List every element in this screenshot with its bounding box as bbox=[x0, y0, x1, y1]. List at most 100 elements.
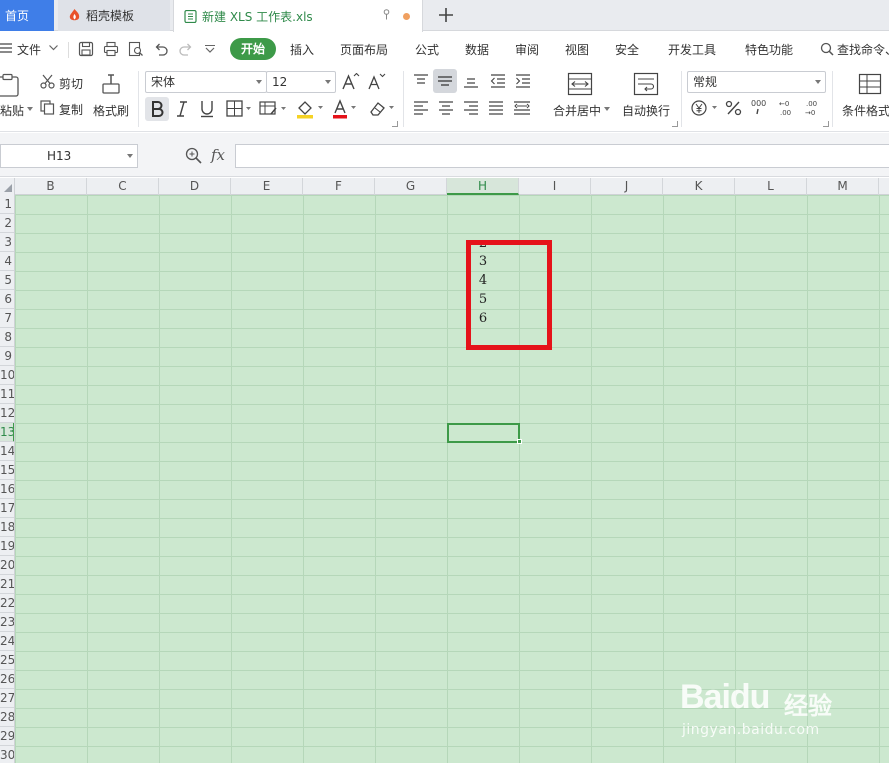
column-header-g[interactable]: G bbox=[375, 178, 447, 195]
column-header-h[interactable]: H bbox=[447, 178, 519, 195]
fill-color-icon[interactable] bbox=[296, 99, 324, 119]
clear-format-icon[interactable] bbox=[368, 99, 396, 119]
row-header-15[interactable]: 15 bbox=[0, 461, 14, 480]
paste-button[interactable]: 粘贴 bbox=[0, 102, 24, 119]
row-header-7[interactable]: 7 bbox=[0, 309, 14, 328]
menu-home-tab[interactable]: 开始 bbox=[230, 38, 276, 60]
row-header-16[interactable]: 16 bbox=[0, 480, 14, 499]
copy-icon[interactable] bbox=[40, 100, 55, 115]
row-header-2[interactable]: 2 bbox=[0, 214, 14, 233]
distributed-align-icon[interactable] bbox=[512, 100, 532, 116]
column-header-b[interactable]: B bbox=[15, 178, 87, 195]
print-preview-icon[interactable] bbox=[128, 41, 144, 57]
row-header-21[interactable]: 21 bbox=[0, 575, 14, 594]
conditional-format-button[interactable]: 条件格式 bbox=[842, 102, 889, 119]
insert-function-button[interactable]: fx bbox=[211, 146, 225, 164]
row-header-25[interactable]: 25 bbox=[0, 651, 14, 670]
pin-icon[interactable] bbox=[383, 9, 390, 20]
thousands-separator-icon[interactable]: 000 bbox=[750, 98, 772, 118]
paste-icon[interactable] bbox=[0, 73, 24, 97]
increase-decimal-icon[interactable]: ←0.00 bbox=[778, 98, 800, 118]
row-header-26[interactable]: 26 bbox=[0, 670, 14, 689]
align-center-icon[interactable] bbox=[437, 100, 455, 116]
row-header-4[interactable]: 4 bbox=[0, 252, 14, 271]
row-header-24[interactable]: 24 bbox=[0, 632, 14, 651]
row-header-8[interactable]: 8 bbox=[0, 328, 14, 347]
cut-button[interactable]: 剪切 bbox=[59, 75, 83, 92]
redo-icon[interactable] bbox=[178, 41, 194, 57]
menu-insert[interactable]: 插入 bbox=[290, 41, 314, 58]
column-header-j[interactable]: J bbox=[591, 178, 663, 195]
row-header-13[interactable]: 13 bbox=[0, 423, 14, 442]
name-box[interactable]: H13 bbox=[0, 144, 138, 168]
row-header-9[interactable]: 9 bbox=[0, 347, 14, 366]
menu-developer[interactable]: 开发工具 bbox=[668, 41, 716, 58]
row-header-29[interactable]: 29 bbox=[0, 727, 14, 746]
alignment-dialog-launcher-icon[interactable] bbox=[672, 121, 678, 127]
row-header-1[interactable]: 1 bbox=[0, 195, 14, 214]
column-header-l[interactable]: L bbox=[735, 178, 807, 195]
menu-file[interactable]: 文件 bbox=[17, 41, 41, 58]
row-header-10[interactable]: 10 bbox=[0, 366, 14, 385]
font-color-icon[interactable] bbox=[332, 99, 360, 119]
menu-review[interactable]: 审阅 bbox=[515, 41, 539, 58]
row-header-23[interactable]: 23 bbox=[0, 613, 14, 632]
cell-style-icon[interactable] bbox=[259, 100, 287, 118]
increase-font-icon[interactable] bbox=[342, 73, 360, 91]
align-top-icon[interactable] bbox=[412, 73, 430, 89]
menu-special-features[interactable]: 特色功能 bbox=[745, 41, 793, 58]
search-icon[interactable] bbox=[820, 42, 834, 56]
increase-indent-icon[interactable] bbox=[514, 73, 532, 89]
column-header-f[interactable]: F bbox=[303, 178, 375, 195]
column-header-c[interactable]: C bbox=[87, 178, 159, 195]
bold-button[interactable] bbox=[145, 97, 169, 121]
format-painter-button[interactable]: 格式刷 bbox=[93, 102, 129, 119]
copy-button[interactable]: 复制 bbox=[59, 101, 83, 118]
row-header-22[interactable]: 22 bbox=[0, 594, 14, 613]
italic-icon[interactable] bbox=[174, 100, 190, 118]
menu-view[interactable]: 视图 bbox=[565, 41, 589, 58]
wrap-text-icon[interactable] bbox=[633, 72, 659, 96]
underline-icon[interactable] bbox=[199, 100, 215, 118]
row-header-11[interactable]: 11 bbox=[0, 385, 14, 404]
menu-page-layout[interactable]: 页面布局 bbox=[340, 41, 388, 58]
command-search[interactable]: 查找命令、 bbox=[837, 41, 889, 58]
tab-file[interactable]: 新建 XLS 工作表.xls bbox=[173, 0, 423, 32]
align-bottom-icon[interactable] bbox=[462, 73, 480, 89]
format-painter-icon[interactable] bbox=[101, 72, 121, 96]
decrease-indent-icon[interactable] bbox=[489, 73, 507, 89]
decrease-decimal-icon[interactable]: .00→0 bbox=[804, 98, 826, 118]
align-middle-button[interactable] bbox=[433, 69, 457, 93]
chevron-down-icon[interactable] bbox=[49, 45, 58, 51]
customize-toolbar-icon[interactable] bbox=[205, 45, 215, 53]
menu-data[interactable]: 数据 bbox=[465, 41, 489, 58]
paste-dropdown-icon[interactable] bbox=[27, 107, 33, 111]
column-header-e[interactable]: E bbox=[231, 178, 303, 195]
cut-icon[interactable] bbox=[40, 74, 55, 89]
spreadsheet-grid[interactable]: 23456 bbox=[15, 195, 889, 763]
save-icon[interactable] bbox=[78, 41, 94, 57]
menu-formulas[interactable]: 公式 bbox=[415, 41, 439, 58]
number-dialog-launcher-icon[interactable] bbox=[823, 121, 829, 127]
hamburger-icon[interactable] bbox=[0, 42, 12, 54]
column-header-d[interactable]: D bbox=[159, 178, 231, 195]
font-name-select[interactable]: 宋体 bbox=[145, 71, 267, 93]
column-header-m[interactable]: M bbox=[807, 178, 879, 195]
number-format-select[interactable]: 常规 bbox=[687, 71, 826, 93]
formula-input[interactable] bbox=[235, 144, 889, 168]
align-right-icon[interactable] bbox=[462, 100, 480, 116]
merge-center-button[interactable]: 合并居中 bbox=[553, 102, 601, 119]
align-left-icon[interactable] bbox=[412, 100, 430, 116]
select-all-corner[interactable] bbox=[0, 178, 15, 195]
merge-center-icon[interactable] bbox=[567, 72, 593, 96]
row-header-27[interactable]: 27 bbox=[0, 689, 14, 708]
row-header-5[interactable]: 5 bbox=[0, 271, 14, 290]
add-tab-button[interactable] bbox=[436, 5, 456, 25]
font-size-select[interactable]: 12 bbox=[266, 71, 336, 93]
tab-home[interactable]: 首页 bbox=[0, 0, 54, 31]
row-header-20[interactable]: 20 bbox=[0, 556, 14, 575]
borders-icon[interactable] bbox=[226, 100, 252, 118]
column-header-i[interactable]: I bbox=[519, 178, 591, 195]
fill-handle[interactable] bbox=[517, 439, 522, 444]
row-header-19[interactable]: 19 bbox=[0, 537, 14, 556]
